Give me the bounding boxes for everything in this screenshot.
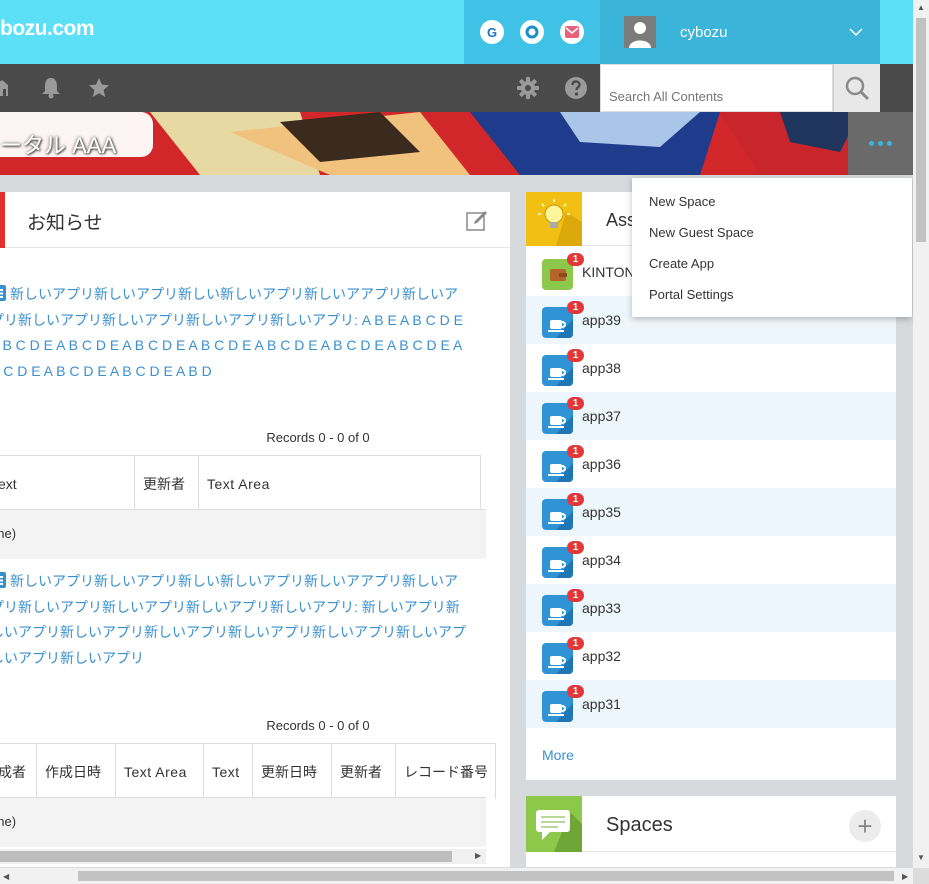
user-menu[interactable]: cybozu xyxy=(600,0,880,64)
mailwise-icon[interactable] xyxy=(560,20,584,44)
more-link[interactable]: More xyxy=(542,747,574,763)
scrollbar-thumb[interactable] xyxy=(78,871,894,881)
lightbulb-icon xyxy=(526,192,582,246)
search-button[interactable] xyxy=(833,64,880,112)
app-list-icon xyxy=(0,285,6,301)
column-header[interactable]: レコード番号 xyxy=(396,744,496,799)
scroll-left-arrow-icon[interactable]: ◀ xyxy=(3,872,9,881)
app-name[interactable]: app39 xyxy=(582,312,621,328)
records-count: Records 0 - 0 of 0 xyxy=(266,430,370,445)
app-row[interactable]: 1 app35 xyxy=(526,488,896,536)
portal-icon[interactable] xyxy=(0,76,18,100)
notice-header: お知らせ xyxy=(0,192,510,248)
menu-item-new-guest-space[interactable]: New Guest Space xyxy=(632,217,912,248)
dot-icon xyxy=(878,141,883,146)
app-name[interactable]: app36 xyxy=(582,456,621,472)
gear-icon[interactable] xyxy=(516,76,540,100)
add-space-button[interactable]: + xyxy=(849,810,881,842)
notice-panel: お知らせ 新しいアプリ新しいアプリ新しい新しいアプリ新しいアアプリ新しいアプリ新… xyxy=(0,192,510,867)
scrollbar-corner xyxy=(913,868,929,884)
record-table-header: ext 更新者 Text Area xyxy=(0,455,481,511)
notice-app-link[interactable]: 新しいアプリ新しいアプリ新しい新しいアプリ新しいアアプリ新しいアプリ新しいアプリ… xyxy=(0,573,466,666)
app-row[interactable]: 1 app31 xyxy=(526,680,896,728)
column-header[interactable]: Text xyxy=(204,744,253,799)
star-icon[interactable] xyxy=(87,76,111,100)
chat-bubble-icon xyxy=(526,796,582,852)
spaces-title: Spaces xyxy=(606,814,673,836)
column-header[interactable]: Text Area xyxy=(199,456,481,511)
chevron-down-icon[interactable] xyxy=(848,24,864,40)
logo[interactable]: bozu.com xyxy=(0,17,95,41)
app-row[interactable]: 1 app33 xyxy=(526,584,896,632)
horizontal-scrollbar[interactable]: ◀ ▶ xyxy=(0,868,913,884)
empty-record-row: one) xyxy=(0,509,486,559)
garoon-icon[interactable]: G xyxy=(480,20,504,44)
column-header[interactable]: 更新日時 xyxy=(253,744,332,799)
spaces-panel: Spaces + xyxy=(526,796,896,867)
app-row[interactable]: 1 app36 xyxy=(526,440,896,488)
column-header[interactable]: Text Area xyxy=(116,744,204,799)
app-name[interactable]: app32 xyxy=(582,648,621,664)
app-row[interactable]: 1 app34 xyxy=(526,536,896,584)
dot-icon xyxy=(887,141,892,146)
scroll-down-arrow-icon[interactable]: ▼ xyxy=(917,853,925,862)
portal-options-menu: New Space New Guest Space Create App Por… xyxy=(632,178,912,317)
office-icon[interactable] xyxy=(520,20,544,44)
menu-item-create-app[interactable]: Create App xyxy=(632,248,912,279)
scroll-right-arrow-icon[interactable]: ▶ xyxy=(902,872,908,881)
notice-accent-stripe xyxy=(0,192,5,248)
divider xyxy=(582,851,896,852)
avatar xyxy=(624,16,656,48)
search-input[interactable] xyxy=(600,64,833,112)
notice-title: お知らせ xyxy=(27,213,103,234)
record-table-header: 成者 作成日時 Text Area Text 更新日時 更新者 レコード番号 xyxy=(0,743,496,799)
app-name[interactable]: app38 xyxy=(582,360,621,376)
search-icon xyxy=(845,76,870,101)
scroll-up-arrow-icon[interactable]: ▲ xyxy=(917,3,925,12)
app-name[interactable]: app35 xyxy=(582,504,621,520)
help-icon[interactable] xyxy=(564,76,588,100)
notice-app-link[interactable]: 新しいアプリ新しいアプリ新しい新しいアプリ新しいアアプリ新しいアプリ新しいアプリ… xyxy=(0,286,463,379)
app-name[interactable]: app33 xyxy=(582,600,621,616)
column-header[interactable]: 更新者 xyxy=(332,744,396,799)
app-row[interactable]: 1 app32 xyxy=(526,632,896,680)
notice-app-entry-1[interactable]: 新しいアプリ新しいアプリ新しい新しいアプリ新しいアアプリ新しいアプリ新しいアプリ… xyxy=(0,282,468,384)
portal-banner: ータル AAA xyxy=(0,112,913,175)
app-list-icon xyxy=(0,572,6,588)
records-count: Records 0 - 0 of 0 xyxy=(266,718,370,733)
app-name[interactable]: app34 xyxy=(582,552,621,568)
menu-item-portal-settings[interactable]: Portal Settings xyxy=(632,279,912,310)
service-links: G xyxy=(464,0,600,64)
app-row[interactable]: 1 app38 xyxy=(526,344,896,392)
notice-app-entry-2[interactable]: 新しいアプリ新しいアプリ新しい新しいアプリ新しいアアプリ新しいアプリ新しいアプリ… xyxy=(0,569,468,671)
menu-item-new-space[interactable]: New Space xyxy=(632,186,912,217)
dot-icon xyxy=(869,141,874,146)
column-header[interactable]: 成者 xyxy=(0,744,37,799)
portal-options-button[interactable] xyxy=(848,112,913,175)
scrollbar-thumb[interactable] xyxy=(916,18,926,242)
vertical-scrollbar[interactable]: ▲ ▼ xyxy=(913,0,929,868)
column-header[interactable]: 更新者 xyxy=(135,456,199,511)
portal-title: ータル AAA xyxy=(0,133,117,158)
scroll-right-arrow-icon[interactable]: ▶ xyxy=(475,851,481,860)
scrollbar-thumb[interactable] xyxy=(0,851,452,862)
user-name: cybozu xyxy=(680,24,728,41)
app-name[interactable]: app31 xyxy=(582,696,621,712)
empty-record-row: one) xyxy=(0,797,486,847)
app-name[interactable]: app37 xyxy=(582,408,621,424)
column-header[interactable]: 作成日時 xyxy=(37,744,116,799)
app-row[interactable]: 1 app37 xyxy=(526,392,896,440)
table-horizontal-scrollbar[interactable]: ▶ xyxy=(0,849,486,864)
bell-icon[interactable] xyxy=(39,76,63,100)
edit-icon[interactable] xyxy=(465,209,489,233)
column-header[interactable]: ext xyxy=(0,456,135,511)
